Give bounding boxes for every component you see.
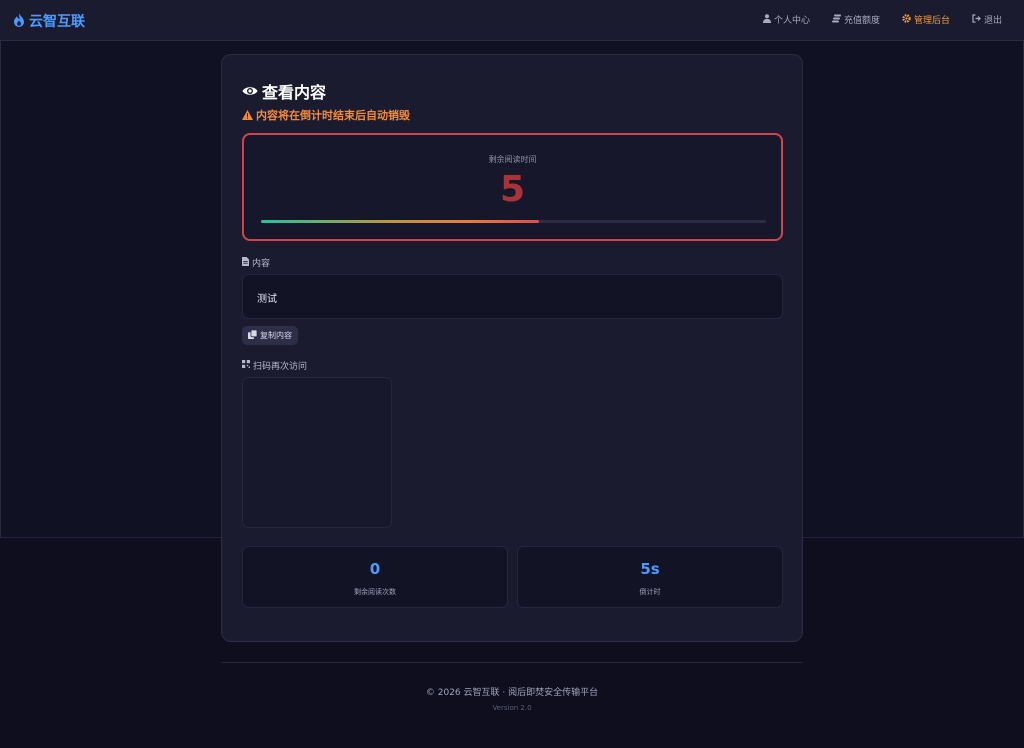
qrcode-icon (242, 360, 253, 371)
user-icon (762, 13, 774, 26)
warning-text: 内容将在倒计时结束后自动销毁 (256, 108, 410, 122)
stat-remaining-reads: 0 剩余阅读次数 (242, 546, 508, 608)
footer-copyright: © 2026 云智互联 · 阅后即焚安全传输平台 (425, 688, 599, 698)
timer-label: 剩余阅读时间 (488, 155, 537, 164)
countdown-progress-bar (261, 220, 766, 223)
nav-item-label: 充值额度 (843, 16, 880, 26)
footer-version: Version 2.0 (492, 704, 532, 712)
timer-value: 5 (499, 169, 526, 210)
nav-links: 个人中心 充值额度 管理后台 退出 (741, 13, 1002, 26)
copy-icon (248, 329, 260, 341)
eye-icon (242, 82, 258, 101)
stat-value: 0 (369, 560, 381, 578)
nav-item-label: 个人中心 (773, 16, 810, 26)
file-icon (242, 256, 252, 269)
flame-icon (13, 12, 25, 31)
content-display: 测试 (242, 274, 783, 319)
countdown-progress-fill (261, 220, 539, 223)
nav-item-label: 管理后台 (913, 16, 950, 26)
navbar: 云智互联 个人中心 充值额度 管理后台 退出 (0, 0, 1024, 41)
coins-icon (831, 14, 844, 26)
stat-value: 5s (640, 560, 660, 578)
copy-content-label: 复制内容 (260, 331, 292, 340)
stat-countdown: 5s 倒计时 (517, 546, 783, 608)
warning-icon (242, 105, 253, 124)
content-text: 测试 (257, 294, 277, 305)
content-card: 查看内容 内容将在倒计时结束后自动销毁 剩余阅读时间 5 内容 测试 复制内容 … (221, 54, 803, 642)
qr-label: 扫码再次访问 (242, 359, 307, 372)
nav-item-recharge[interactable]: 充值额度 (831, 13, 880, 26)
nav-item-profile[interactable]: 个人中心 (762, 13, 810, 26)
footer-divider (221, 662, 803, 663)
brand-name: 云智互联 (29, 14, 85, 30)
nav-item-logout[interactable]: 退出 (972, 13, 1002, 26)
brand-logo[interactable]: 云智互联 (13, 11, 85, 31)
copy-content-button[interactable]: 复制内容 (242, 326, 298, 345)
countdown-panel: 剩余阅读时间 5 (242, 133, 783, 241)
destroy-warning: 内容将在倒计时结束后自动销毁 (242, 105, 410, 124)
qr-label-text: 扫码再次访问 (253, 362, 308, 372)
page-title-text: 查看内容 (262, 83, 327, 102)
page-title: 查看内容 (242, 79, 326, 103)
gear-icon (902, 13, 914, 26)
qr-code-area (242, 377, 392, 528)
stat-label: 倒计时 (639, 588, 661, 596)
content-label-text: 内容 (252, 259, 271, 269)
nav-item-label: 退出 (983, 16, 1002, 26)
stat-label: 剩余阅读次数 (354, 588, 396, 596)
content-label: 内容 (242, 256, 270, 269)
sign-out-icon (972, 13, 984, 26)
nav-item-admin[interactable]: 管理后台 (902, 13, 950, 26)
